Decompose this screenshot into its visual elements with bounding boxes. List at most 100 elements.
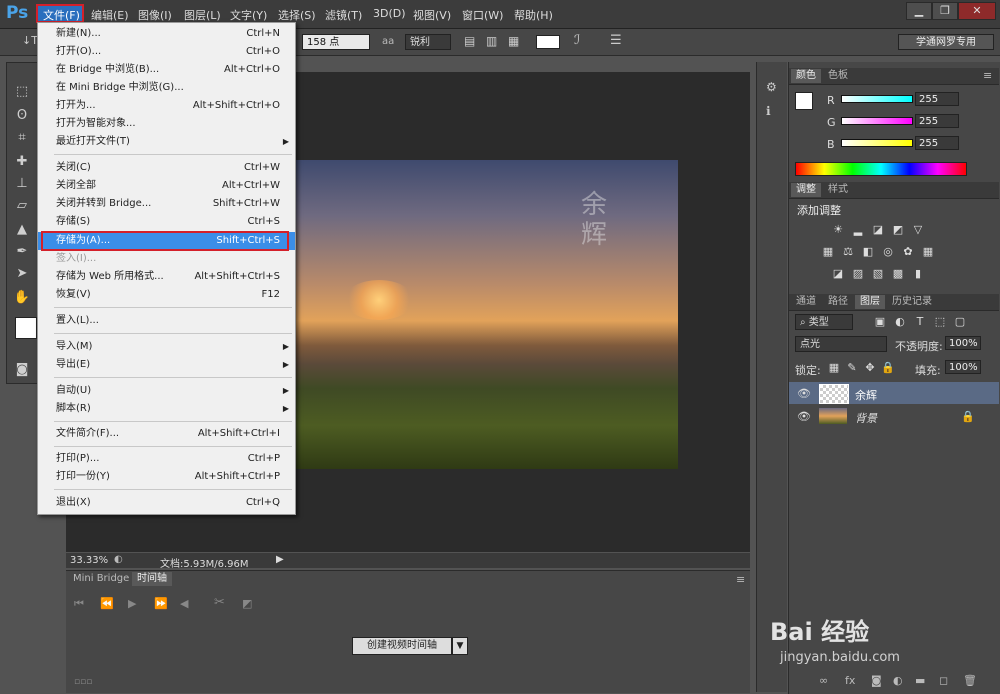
restore-button[interactable]: ❐	[932, 2, 958, 20]
color-spectrum-bar[interactable]	[795, 162, 967, 176]
menu-select[interactable]: 选择(S)	[278, 7, 316, 23]
text-tool-icon[interactable]: ↓T	[22, 34, 38, 47]
status-info-icon[interactable]: ◐	[114, 554, 123, 565]
menu-filter[interactable]: 滤镜(T)	[325, 7, 362, 23]
layer-row[interactable]: 👁 背景 🔒	[789, 405, 999, 427]
character-panel-icon[interactable]: ☰	[610, 33, 622, 48]
hue-adjust-icon[interactable]: ▦	[821, 246, 835, 258]
menu-item-print-one[interactable]: 打印一份(Y) Alt+Shift+Ctrl+P	[38, 468, 295, 486]
menu-image[interactable]: 图像(I)	[138, 7, 172, 23]
eraser-tool-icon[interactable]: ▱	[11, 197, 33, 215]
add-mask-icon[interactable]: ◙	[871, 674, 882, 687]
lock-image-icon[interactable]: ✎	[845, 362, 859, 374]
menu-item-export[interactable]: 导出(E) ▶	[38, 356, 295, 374]
tab-history[interactable]: 历史记录	[887, 295, 937, 309]
align-center-icon[interactable]: ▥	[486, 34, 497, 48]
menu-item-exit[interactable]: 退出(X) Ctrl+Q	[38, 494, 295, 512]
color-balance-adjust-icon[interactable]: ⚖	[841, 246, 855, 258]
invert-adjust-icon[interactable]: ◪	[831, 268, 845, 280]
channel-b-slider[interactable]	[841, 139, 913, 147]
threshold-adjust-icon[interactable]: ▧	[871, 268, 885, 280]
tab-styles[interactable]: 样式	[823, 183, 853, 197]
menu-item-open[interactable]: 打开(O)... Ctrl+O	[38, 43, 295, 61]
menu-item-save-for-web[interactable]: 存储为 Web 所用格式... Alt+Shift+Ctrl+S	[38, 268, 295, 286]
info-panel-icon[interactable]: ℹ	[766, 104, 771, 118]
menu-item-import[interactable]: 导入(M) ▶	[38, 338, 295, 356]
menu-item-new[interactable]: 新建(N)... Ctrl+N	[38, 25, 295, 43]
blur-tool-icon[interactable]: ▲	[11, 221, 33, 239]
menu-file[interactable]: 文件(F)	[43, 7, 80, 23]
tab-color[interactable]: 颜色	[791, 69, 821, 83]
menu-item-check-in[interactable]: 签入(I)...	[38, 250, 295, 268]
audio-icon[interactable]: ◀	[180, 597, 188, 610]
prev-frame-icon[interactable]: ⏪	[100, 597, 114, 610]
photo-filter-adjust-icon[interactable]: ◎	[881, 246, 895, 258]
lock-position-icon[interactable]: ✥	[863, 362, 877, 374]
menu-item-browse-bridge[interactable]: 在 Bridge 中浏览(B)... Alt+Ctrl+O	[38, 61, 295, 79]
menu-type[interactable]: 文字(Y)	[230, 7, 267, 23]
create-video-dropdown-icon[interactable]: ▼	[452, 637, 468, 655]
timeline-footer-icon[interactable]: ▫▫▫	[74, 677, 92, 687]
panel-menu-icon[interactable]: ≡	[736, 573, 745, 586]
menu-item-close[interactable]: 关闭(C) Ctrl+W	[38, 159, 295, 177]
status-arrow-icon[interactable]: ▶	[276, 554, 284, 565]
marquee-tool-icon[interactable]: ⬚	[11, 83, 33, 101]
menu-item-close-all[interactable]: 关闭全部 Alt+Ctrl+W	[38, 177, 295, 195]
menu-edit[interactable]: 编辑(E)	[91, 7, 129, 23]
lasso-tool-icon[interactable]: ʘ	[11, 107, 33, 125]
filter-type-icon[interactable]: T	[913, 316, 927, 328]
menu-item-browse-mini-bridge[interactable]: 在 Mini Bridge 中浏览(G)...	[38, 79, 295, 97]
delete-layer-icon[interactable]: 🗑	[963, 674, 977, 687]
menu-layer[interactable]: 图层(L)	[184, 7, 221, 23]
tab-mini-bridge[interactable]: Mini Bridge	[68, 572, 134, 586]
create-video-timeline-button[interactable]: 创建视频时间轴	[352, 637, 452, 655]
curves-adjust-icon[interactable]: ◪	[871, 224, 885, 236]
new-group-icon[interactable]: ▬	[915, 674, 925, 687]
menu-item-recent-files[interactable]: 最近打开文件(T) ▶	[38, 133, 295, 151]
visibility-eye-icon[interactable]: 👁	[797, 410, 811, 423]
visibility-eye-icon[interactable]: 👁	[797, 387, 811, 400]
menu-item-save[interactable]: 存储(S) Ctrl+S	[38, 213, 295, 231]
menu-window[interactable]: 窗口(W)	[462, 7, 503, 23]
crop-tool-icon[interactable]: ⌗	[11, 129, 33, 147]
tab-paths[interactable]: 路径	[823, 295, 853, 309]
warp-text-icon[interactable]: ℐ	[574, 33, 580, 48]
align-right-icon[interactable]: ▦	[508, 34, 519, 48]
filter-pixel-icon[interactable]: ▣	[873, 316, 887, 328]
minimize-button[interactable]: ▁	[906, 2, 932, 20]
lookup-adjust-icon[interactable]: ▦	[921, 246, 935, 258]
tab-channels[interactable]: 通道	[791, 295, 821, 309]
text-color-swatch[interactable]	[536, 35, 560, 49]
hand-tool-icon[interactable]: ✋	[11, 289, 33, 307]
lock-all-icon[interactable]: 🔒	[881, 362, 895, 374]
play-icon[interactable]: ▶	[128, 597, 136, 610]
menu-3d[interactable]: 3D(D)	[373, 7, 406, 20]
channel-r-field[interactable]: 255	[915, 92, 959, 106]
anti-alias-select[interactable]: 锐利	[405, 34, 451, 50]
fill-field[interactable]: 100%	[945, 360, 981, 374]
exposure-adjust-icon[interactable]: ◩	[891, 224, 905, 236]
new-layer-icon[interactable]: ◻	[939, 674, 948, 687]
color-foreground-swatch[interactable]	[795, 92, 813, 110]
panel-menu-icon[interactable]: ≡	[983, 69, 992, 82]
menu-item-scripts[interactable]: 脚本(R) ▶	[38, 400, 295, 418]
link-layers-icon[interactable]: ∞	[819, 674, 828, 687]
workspace-button[interactable]: 学通网罗专用	[898, 34, 994, 50]
opacity-field[interactable]: 100%	[945, 336, 981, 350]
blend-mode-select[interactable]: 点光	[795, 336, 887, 352]
channel-r-slider[interactable]	[841, 95, 913, 103]
channel-b-field[interactable]: 255	[915, 136, 959, 150]
menu-help[interactable]: 帮助(H)	[514, 7, 553, 23]
levels-adjust-icon[interactable]: ▂	[851, 224, 865, 236]
menu-item-print[interactable]: 打印(P)... Ctrl+P	[38, 450, 295, 468]
filter-smart-icon[interactable]: ▢	[953, 316, 967, 328]
black-white-adjust-icon[interactable]: ◧	[861, 246, 875, 258]
menu-item-open-as[interactable]: 打开为... Alt+Shift+Ctrl+O	[38, 97, 295, 115]
gradient-map-adjust-icon[interactable]: ▮	[911, 268, 925, 280]
layer-row[interactable]: 👁 余辉	[789, 382, 999, 404]
align-left-icon[interactable]: ▤	[464, 34, 475, 48]
tab-adjustments[interactable]: 调整	[791, 183, 821, 197]
channel-g-slider[interactable]	[841, 117, 913, 125]
tab-timeline[interactable]: 时间轴	[132, 572, 172, 586]
new-adjustment-icon[interactable]: ◐	[893, 674, 903, 687]
